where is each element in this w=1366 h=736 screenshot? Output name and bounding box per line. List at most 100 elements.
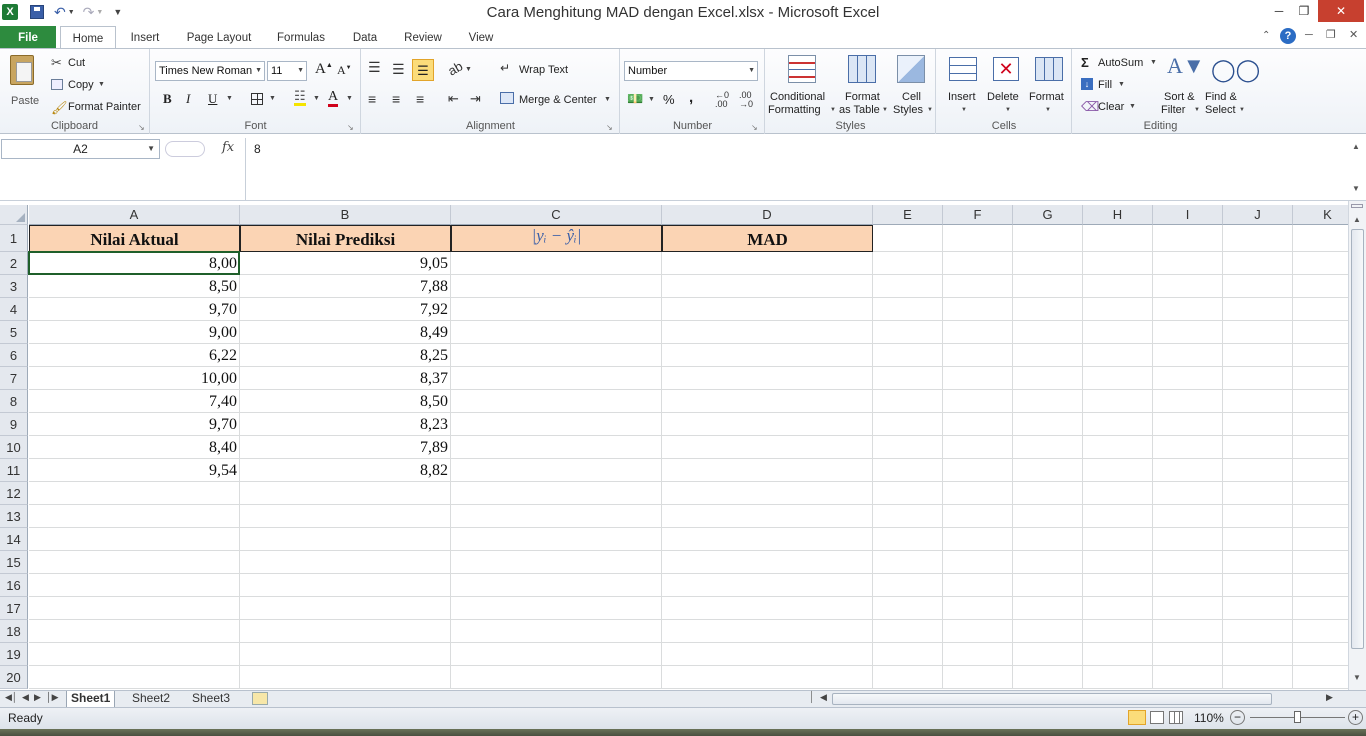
cell-g8[interactable]: [1013, 390, 1083, 413]
cell-i18[interactable]: [1153, 620, 1223, 643]
cell-c9[interactable]: [451, 413, 662, 436]
cell-f2[interactable]: [943, 252, 1013, 275]
cell-f14[interactable]: [943, 528, 1013, 551]
shrink-font-icon[interactable]: A▼: [337, 63, 352, 78]
cell-b4[interactable]: 7,92: [240, 298, 451, 321]
cell-b14[interactable]: [240, 528, 451, 551]
fill-dropdown-icon[interactable]: ▼: [1118, 81, 1125, 88]
cell-f8[interactable]: [943, 390, 1013, 413]
cell-c14[interactable]: [451, 528, 662, 551]
cell-b8[interactable]: 8,50: [240, 390, 451, 413]
cell-a9[interactable]: 9,70: [29, 413, 240, 436]
cell-g11[interactable]: [1013, 459, 1083, 482]
clear-dropdown-icon[interactable]: ▼: [1129, 103, 1136, 110]
cell-h3[interactable]: [1083, 275, 1153, 298]
scroll-left-icon[interactable]: ◀: [820, 692, 827, 703]
cell-g17[interactable]: [1013, 597, 1083, 620]
cell-a16[interactable]: [29, 574, 240, 597]
last-sheet-icon[interactable]: │▶: [46, 692, 59, 703]
column-header-h[interactable]: H: [1083, 205, 1153, 225]
cell-g14[interactable]: [1013, 528, 1083, 551]
cell-k19[interactable]: [1293, 643, 1348, 666]
cell-f1[interactable]: [943, 225, 1013, 252]
tab-home[interactable]: Home: [60, 26, 116, 50]
cell-f13[interactable]: [943, 505, 1013, 528]
cell-d3[interactable]: [662, 275, 873, 298]
cell-k13[interactable]: [1293, 505, 1348, 528]
align-left-icon[interactable]: ≡: [368, 91, 376, 107]
cell-g9[interactable]: [1013, 413, 1083, 436]
cell-b16[interactable]: [240, 574, 451, 597]
underline-button[interactable]: U: [208, 91, 217, 107]
minimize-icon[interactable]: ─: [1268, 0, 1290, 22]
align-top-icon[interactable]: ☰: [368, 59, 381, 76]
cell-j7[interactable]: [1223, 367, 1293, 390]
restore-icon[interactable]: ❐: [1293, 0, 1315, 22]
number-launcher-icon[interactable]: ↘: [751, 123, 758, 132]
cell-g18[interactable]: [1013, 620, 1083, 643]
formula-expand-down-icon[interactable]: ▼: [1352, 184, 1360, 193]
cell-a15[interactable]: [29, 551, 240, 574]
cell-j13[interactable]: [1223, 505, 1293, 528]
cell-styles-button[interactable]: Cell Styles ▼: [890, 53, 934, 119]
row-header-15[interactable]: 15: [0, 551, 28, 574]
cell-f15[interactable]: [943, 551, 1013, 574]
row-header-6[interactable]: 6: [0, 344, 28, 367]
cell-b12[interactable]: [240, 482, 451, 505]
row-header-14[interactable]: 14: [0, 528, 28, 551]
cell-h15[interactable]: [1083, 551, 1153, 574]
cell-e2[interactable]: [873, 252, 943, 275]
cell-d19[interactable]: [662, 643, 873, 666]
cell-h19[interactable]: [1083, 643, 1153, 666]
formula-input[interactable]: 8: [245, 138, 1350, 200]
cell-g13[interactable]: [1013, 505, 1083, 528]
cell-i6[interactable]: [1153, 344, 1223, 367]
cell-e7[interactable]: [873, 367, 943, 390]
cell-b19[interactable]: [240, 643, 451, 666]
row-header-2[interactable]: 2: [0, 252, 28, 275]
cell-k10[interactable]: [1293, 436, 1348, 459]
row-header-5[interactable]: 5: [0, 321, 28, 344]
percent-button[interactable]: %: [663, 92, 675, 107]
column-header-k[interactable]: K: [1293, 205, 1348, 225]
cell-d16[interactable]: [662, 574, 873, 597]
comma-button[interactable]: ,: [689, 89, 693, 106]
cell-k4[interactable]: [1293, 298, 1348, 321]
zoom-out-icon[interactable]: −: [1230, 710, 1245, 725]
copy-dropdown-icon[interactable]: ▼: [98, 81, 105, 88]
cell-e18[interactable]: [873, 620, 943, 643]
cell-k18[interactable]: [1293, 620, 1348, 643]
cell-j6[interactable]: [1223, 344, 1293, 367]
name-box[interactable]: A2 ▼: [1, 139, 160, 159]
cell-i14[interactable]: [1153, 528, 1223, 551]
tab-page-layout[interactable]: Page Layout: [180, 26, 258, 49]
cell-j10[interactable]: [1223, 436, 1293, 459]
cell-g7[interactable]: [1013, 367, 1083, 390]
prev-sheet-icon[interactable]: ◀: [22, 692, 29, 703]
cell-f3[interactable]: [943, 275, 1013, 298]
cell-i16[interactable]: [1153, 574, 1223, 597]
cell-k3[interactable]: [1293, 275, 1348, 298]
row-header-12[interactable]: 12: [0, 482, 28, 505]
cell-e20[interactable]: [873, 666, 943, 689]
sheet-tab-3[interactable]: Sheet3: [188, 691, 234, 707]
cell-j11[interactable]: [1223, 459, 1293, 482]
zoom-level[interactable]: 110%: [1194, 711, 1224, 725]
scroll-thumb[interactable]: [1351, 229, 1364, 649]
cell-j9[interactable]: [1223, 413, 1293, 436]
cell-h10[interactable]: [1083, 436, 1153, 459]
row-header-20[interactable]: 20: [0, 666, 28, 689]
cell-h12[interactable]: [1083, 482, 1153, 505]
cell-a11[interactable]: 9,54: [29, 459, 240, 482]
select-all-corner[interactable]: [0, 205, 28, 225]
cell-i4[interactable]: [1153, 298, 1223, 321]
column-header-j[interactable]: J: [1223, 205, 1293, 225]
align-bottom-icon[interactable]: ☰: [412, 59, 434, 81]
column-header-a[interactable]: A: [29, 205, 240, 225]
cell-b2[interactable]: 9,05: [240, 252, 451, 275]
cell-c19[interactable]: [451, 643, 662, 666]
cell-i2[interactable]: [1153, 252, 1223, 275]
row-header-1[interactable]: 1: [0, 225, 28, 252]
cell-d13[interactable]: [662, 505, 873, 528]
find-select-button[interactable]: ◯◯ Find & Select ▼: [1203, 53, 1260, 119]
